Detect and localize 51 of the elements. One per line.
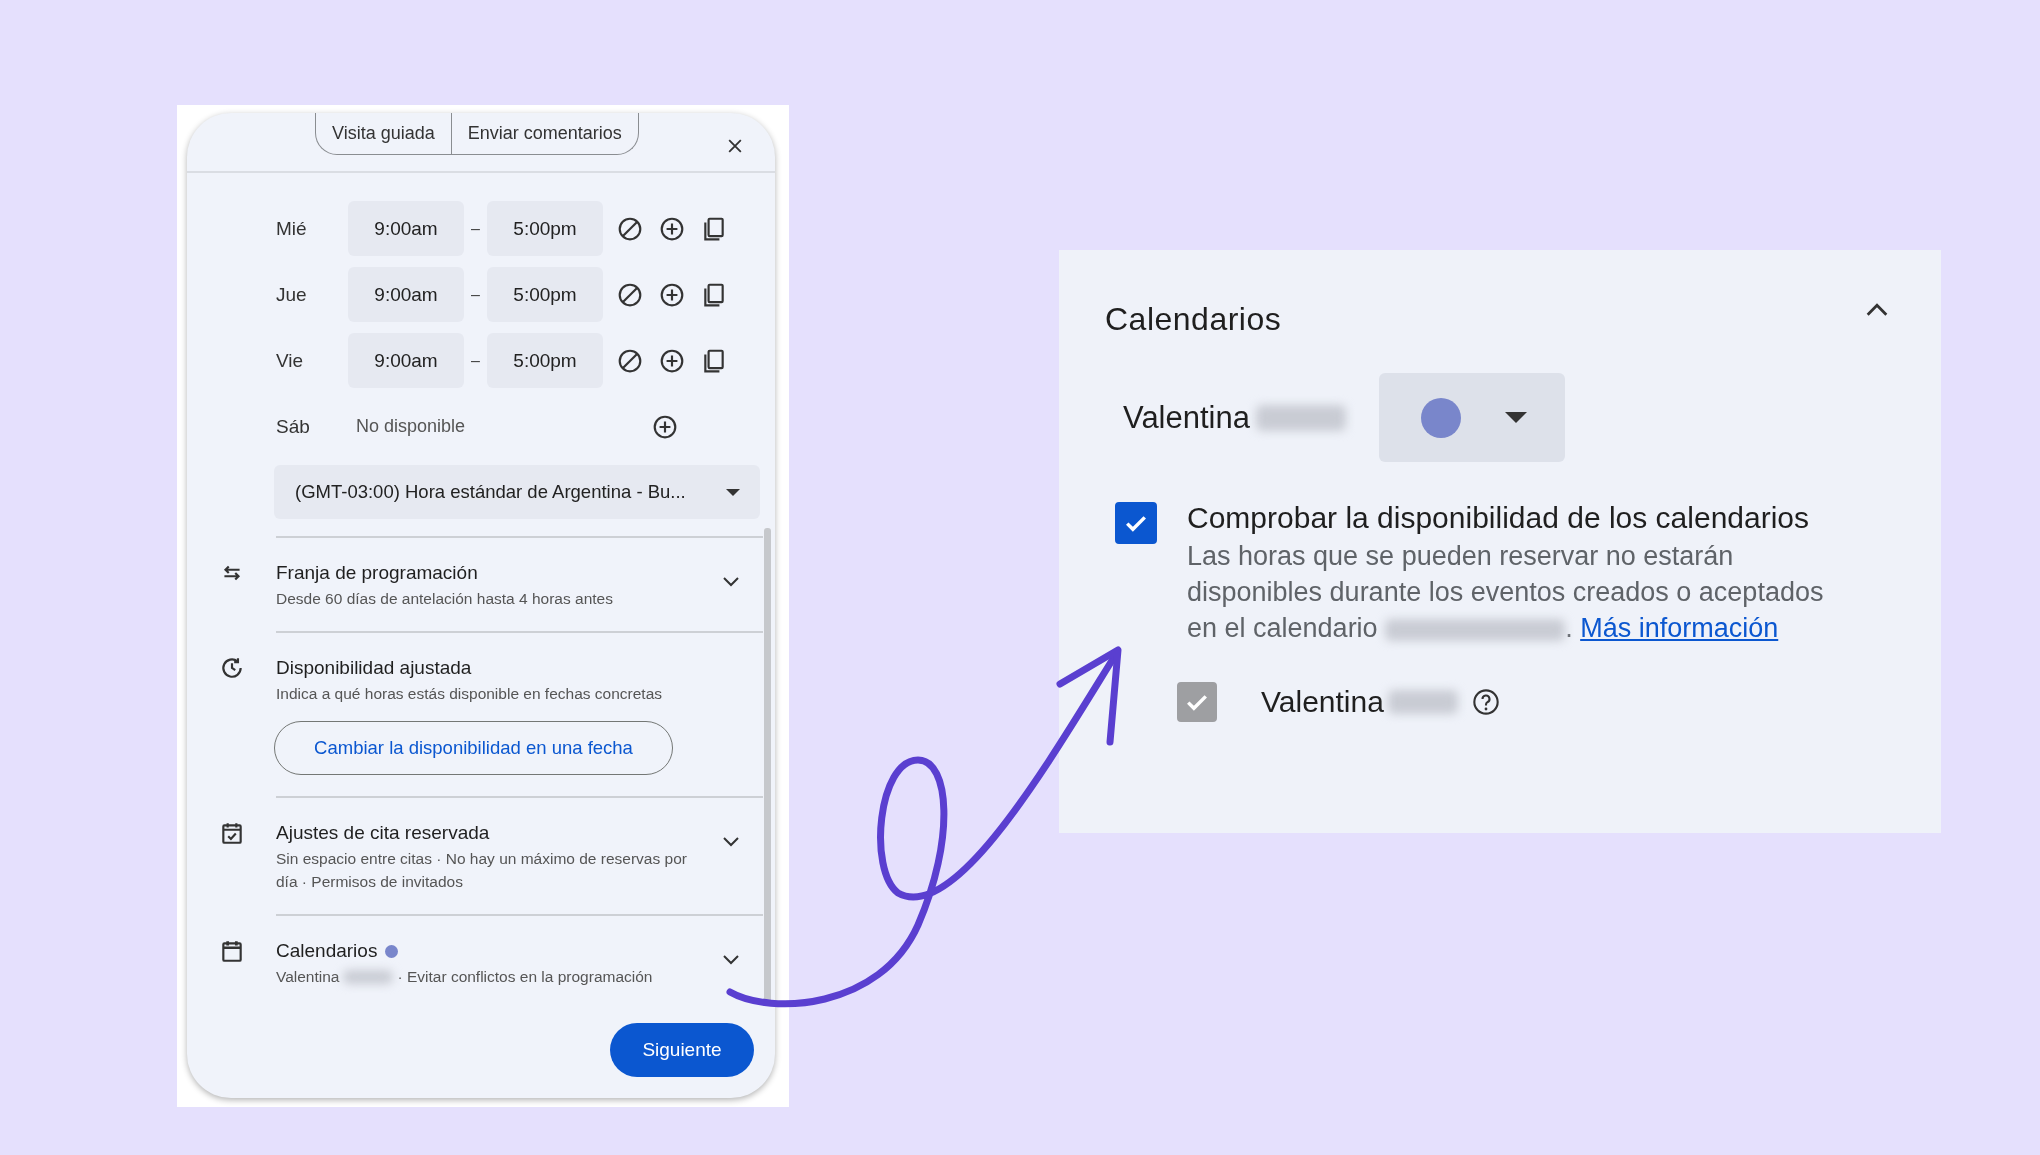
section-title: Ajustes de cita reservada — [276, 822, 490, 844]
blurred-name — [343, 969, 394, 984]
calendar-name: Valentina — [1261, 685, 1384, 719]
copy-icon[interactable] — [701, 215, 727, 242]
dash-separator: – — [470, 285, 481, 304]
color-picker[interactable] — [1378, 373, 1565, 462]
section-title: Disponibilidad ajustada — [276, 657, 472, 679]
calendar-name: Valentina — [1123, 399, 1250, 436]
section-subtitle: Desde 60 días de antelación hasta 4 horas antes — [276, 589, 614, 609]
learn-more-link[interactable]: Más información — [1580, 613, 1779, 643]
start-time-field[interactable]: 9:00am — [348, 267, 464, 322]
add-icon[interactable] — [659, 347, 685, 374]
description-text: Las horas que se pueden reservar no estarán disponibles durante los eventos creados o aceptados en el calendario . Más información — [1187, 540, 1825, 645]
day-label: Vie — [276, 349, 305, 372]
blurred-name — [1387, 690, 1458, 714]
checkbox-label: Comprobar la disponibilidad de los calendarios — [1187, 500, 1811, 536]
help-icon[interactable] — [1471, 688, 1500, 716]
unavailable-icon[interactable] — [617, 215, 643, 242]
timezone-dropdown[interactable]: (GMT-03:00) Hora estándar de Argentina - Bu... — [274, 465, 760, 519]
toolbar-button[interactable]: Enviar comentarios — [451, 113, 638, 154]
day-label: Mié — [276, 217, 308, 240]
section-title: Calendarios — [276, 940, 378, 962]
calendar-owner-name: Valentina — [276, 967, 340, 987]
caret-icon — [1504, 412, 1527, 423]
add-icon[interactable] — [659, 215, 685, 242]
start-time-field[interactable]: 9:00am — [348, 201, 464, 256]
end-time-field[interactable]: 5:00pm — [487, 333, 603, 388]
day-label: Sáb — [276, 415, 311, 438]
unavailable-text: No disponible — [355, 416, 467, 437]
dash-separator: – — [470, 351, 481, 370]
add-icon[interactable] — [652, 413, 678, 440]
checkbox[interactable] — [1115, 502, 1157, 544]
end-time-field[interactable]: 5:00pm — [487, 201, 603, 256]
copy-icon[interactable] — [701, 347, 727, 374]
end-time-field[interactable]: 5:00pm — [487, 267, 603, 322]
section-subtitle: Indica a qué horas estás disponible en fechas concretas — [276, 684, 664, 704]
unavailable-icon[interactable] — [617, 281, 643, 308]
toolbar-button[interactable]: Visita guiada — [316, 113, 452, 154]
add-icon[interactable] — [659, 281, 685, 308]
next-button[interactable]: Siguiente — [610, 1023, 754, 1077]
day-label: Jue — [276, 283, 308, 306]
start-time-field[interactable]: 9:00am — [348, 333, 464, 388]
scrollbar[interactable] — [764, 528, 771, 1003]
section-subtitle: · Evitar conflictos en la programación — [397, 967, 653, 987]
unavailable-icon[interactable] — [617, 347, 643, 374]
section-subtitle: Sin espacio entre citas · No hay un máximo de reservas por día · Permisos de invitados — [276, 849, 688, 892]
panel-title: Calendarios — [1105, 299, 1282, 338]
section-title: Franja de programación — [276, 562, 478, 584]
caret-icon — [726, 488, 740, 496]
dash-separator: – — [470, 219, 481, 238]
copy-icon[interactable] — [701, 281, 727, 308]
